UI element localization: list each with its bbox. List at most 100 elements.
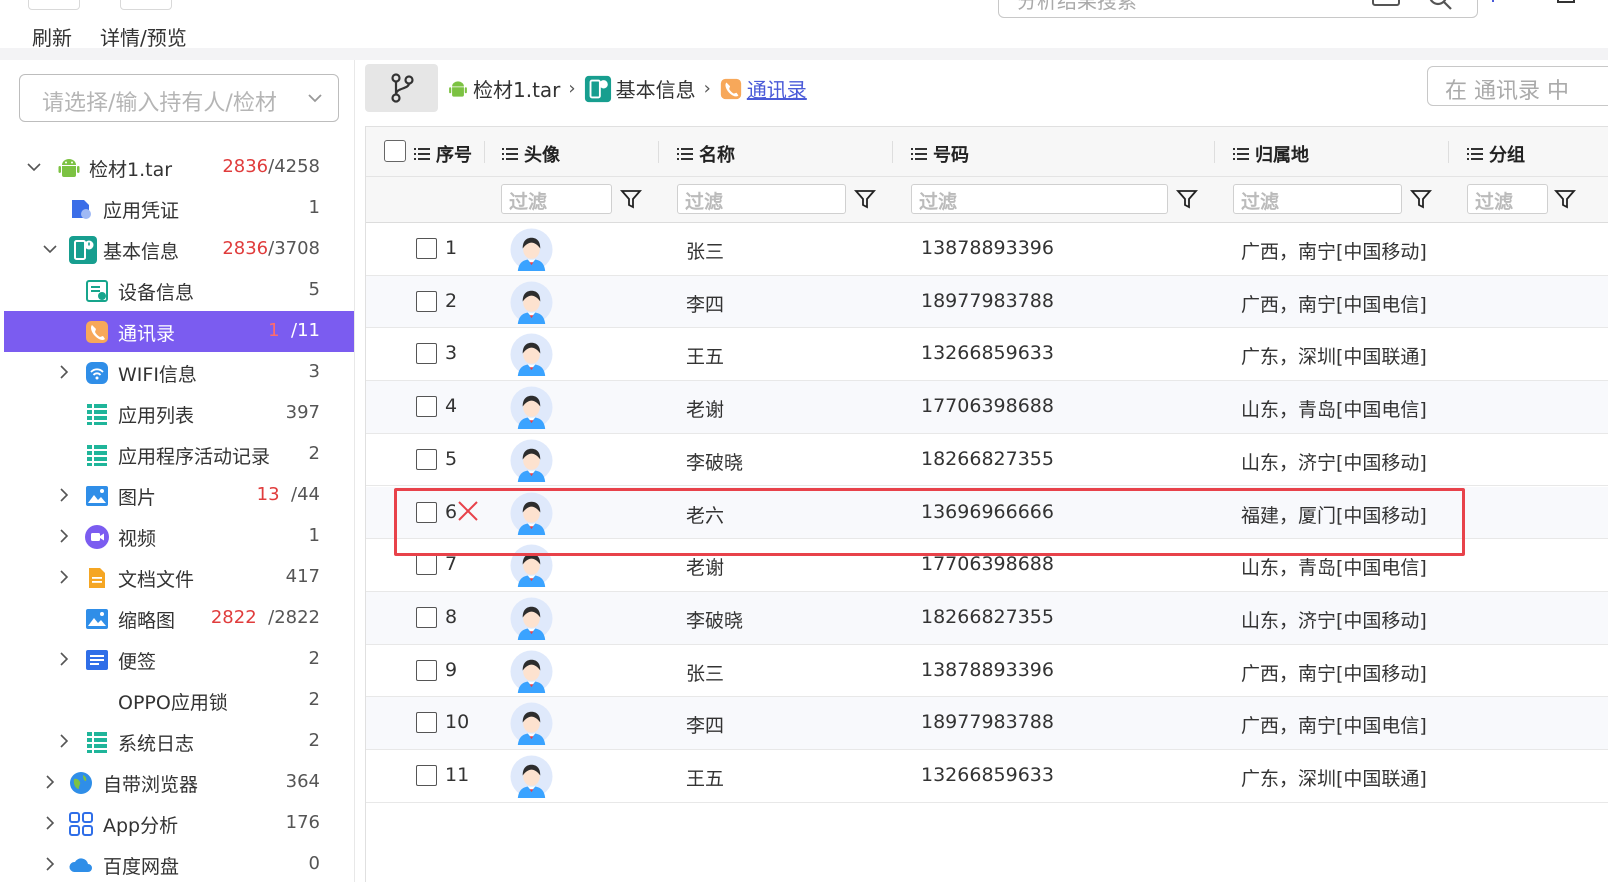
row-checkbox[interactable] bbox=[416, 501, 437, 523]
tree-item-images[interactable]: 图片 13 /44 bbox=[4, 475, 354, 516]
chevron-right-icon[interactable] bbox=[54, 362, 74, 382]
tree-item-notes[interactable]: 便签 2 bbox=[4, 639, 354, 680]
chevron-down-icon[interactable] bbox=[40, 239, 60, 259]
avatar-icon bbox=[510, 333, 553, 377]
column-header-name[interactable]: 名称 bbox=[677, 141, 735, 167]
refresh-icon-button[interactable] bbox=[28, 0, 80, 10]
branch-toggle-button[interactable] bbox=[365, 64, 438, 112]
column-header-location[interactable]: 归属地 bbox=[1233, 141, 1309, 167]
detail-icon-button[interactable] bbox=[120, 0, 172, 10]
tree-item-system-log[interactable]: 系统日志 2 bbox=[4, 721, 354, 762]
tree-item-app-credential[interactable]: 应用凭证 1 bbox=[4, 188, 354, 229]
row-checkbox[interactable] bbox=[416, 238, 437, 259]
tree-item-oppo-app-lock[interactable]: OPPO应用锁 2 bbox=[4, 680, 354, 721]
filter-input-avatar[interactable]: 过滤 bbox=[501, 184, 612, 214]
row-checkbox[interactable] bbox=[416, 448, 437, 470]
column-header-phone[interactable]: 号码 bbox=[911, 141, 969, 167]
tree-item-label: 百度网盘 bbox=[103, 856, 180, 878]
tree-item-wifi-info[interactable]: WIFI信息 3 bbox=[4, 352, 354, 393]
chevron-right-icon[interactable] bbox=[40, 854, 60, 874]
chevron-right-icon[interactable] bbox=[54, 485, 74, 505]
filter-input-name[interactable]: 过滤 bbox=[677, 184, 846, 214]
tree-item-baidu-netdisk[interactable]: 百度网盘 0 bbox=[4, 844, 354, 882]
tree-item-browser[interactable]: 自带浏览器 364 bbox=[4, 762, 354, 803]
column-divider[interactable] bbox=[1214, 141, 1215, 163]
filter-input-group[interactable]: 过滤 bbox=[1467, 184, 1548, 214]
tree-item-thumbnails[interactable]: 缩略图 2822 /2822 bbox=[4, 598, 354, 639]
table-row[interactable]: 9 张三 13878893396 广西，南宁[中国移动] bbox=[366, 645, 1608, 698]
column-divider[interactable] bbox=[1448, 141, 1449, 163]
table-row[interactable]: 6 老六 13696966666 福建，厦门[中国移动] bbox=[366, 486, 1608, 540]
row-checkbox[interactable] bbox=[416, 712, 437, 734]
column-header-group[interactable]: 分组 bbox=[1467, 141, 1525, 167]
tree-item-count: 2 bbox=[308, 443, 320, 464]
column-header-avatar[interactable]: 头像 bbox=[502, 141, 560, 167]
chevron-down-icon[interactable] bbox=[24, 157, 44, 177]
holder-select[interactable]: 请选择/输入持有人/检材 bbox=[19, 74, 339, 122]
filter-input-location[interactable]: 过滤 bbox=[1233, 184, 1402, 214]
tree-item-app-list[interactable]: 应用列表 397 bbox=[4, 393, 354, 434]
filter-funnel-icon[interactable] bbox=[620, 188, 642, 210]
tree-item-app-activity[interactable]: 应用程序活动记录 2 bbox=[4, 434, 354, 475]
analysis-search-input[interactable]: 分析结果搜索 bbox=[998, 0, 1478, 18]
filter-input-phone[interactable]: 过滤 bbox=[911, 184, 1168, 214]
table-search-input[interactable]: 在 通讯录 中 bbox=[1427, 66, 1608, 106]
breadcrumb-middle[interactable]: 基本信息 bbox=[616, 74, 696, 103]
chevron-right-icon[interactable] bbox=[40, 772, 60, 792]
chevron-right-icon[interactable] bbox=[54, 649, 74, 669]
tree-item-app-analysis[interactable]: App分析 176 bbox=[4, 803, 354, 844]
row-checkbox[interactable] bbox=[416, 290, 437, 312]
tree-item-documents[interactable]: 文档文件 417 bbox=[4, 557, 354, 598]
filter-funnel-icon[interactable] bbox=[1554, 188, 1576, 210]
refresh-button[interactable]: 刷新 bbox=[32, 22, 72, 51]
close-icon[interactable] bbox=[456, 499, 480, 523]
tree-item-basic-info[interactable]: 基本信息 2836/3708 bbox=[4, 229, 354, 270]
chevron-right-icon[interactable] bbox=[54, 526, 74, 546]
table-row[interactable]: 8 李破晓 18266827355 山东，济宁[中国移动] bbox=[366, 591, 1608, 645]
column-menu-icon[interactable] bbox=[1467, 147, 1483, 161]
column-divider[interactable] bbox=[484, 141, 485, 163]
filter-funnel-icon[interactable] bbox=[1410, 188, 1432, 210]
filter-funnel-icon[interactable] bbox=[1176, 188, 1198, 210]
table-row[interactable]: 4 老谢 17706398688 山东，青岛[中国电信] bbox=[366, 381, 1608, 434]
row-checkbox[interactable] bbox=[416, 554, 437, 576]
tree-item-contacts[interactable]: 通讯录 1 /11 bbox=[4, 311, 354, 352]
table-row[interactable]: 5 李破晓 18266827355 山东，济宁[中国移动] bbox=[366, 434, 1608, 487]
table-row[interactable]: 3 王五 13266859633 广东，深圳[中国联通] bbox=[366, 328, 1608, 382]
tree-item-evidence-tar[interactable]: 检材1.tar 2836/4258 bbox=[4, 147, 354, 188]
cloud-icon bbox=[69, 858, 92, 872]
filter-funnel-icon[interactable] bbox=[854, 188, 876, 210]
column-divider[interactable] bbox=[892, 141, 893, 163]
detail-preview-button[interactable]: 详情/预览 bbox=[100, 22, 187, 51]
table-row[interactable]: 2 李四 18977983788 广西，南宁[中国电信] bbox=[366, 275, 1608, 329]
column-menu-icon[interactable] bbox=[1233, 147, 1249, 161]
breadcrumb-root[interactable]: 检材1.tar bbox=[473, 74, 560, 103]
chevron-right-icon[interactable] bbox=[40, 813, 60, 833]
column-divider[interactable] bbox=[658, 141, 659, 163]
column-menu-icon[interactable] bbox=[502, 147, 518, 161]
keyboard-icon[interactable] bbox=[1371, 0, 1401, 9]
column-menu-icon[interactable] bbox=[911, 147, 927, 161]
export-icon[interactable] bbox=[1556, 0, 1576, 8]
row-checkbox[interactable] bbox=[416, 343, 437, 365]
column-header-index[interactable]: 序号 bbox=[414, 141, 472, 167]
table-row[interactable]: 11 王五 13266859633 广东，深圳[中国联通] bbox=[366, 750, 1608, 803]
chevron-right-icon[interactable] bbox=[54, 567, 74, 587]
select-all-checkbox[interactable] bbox=[384, 140, 406, 162]
row-checkbox[interactable] bbox=[416, 606, 437, 628]
chevron-right-icon[interactable] bbox=[54, 731, 74, 751]
tree-item-video[interactable]: 视频 1 bbox=[4, 516, 354, 557]
table-row[interactable]: 10 李四 18977983788 广西，南宁[中国电信] bbox=[366, 697, 1608, 750]
avatar-icon bbox=[510, 491, 553, 535]
column-menu-icon[interactable] bbox=[414, 147, 430, 161]
column-menu-icon[interactable] bbox=[677, 147, 693, 161]
table-row[interactable]: 7 老谢 17706398688 山东，青岛[中国电信] bbox=[366, 539, 1608, 592]
row-checkbox[interactable] bbox=[416, 765, 437, 786]
search-icon[interactable] bbox=[1427, 0, 1453, 11]
plus-icon[interactable] bbox=[1485, 0, 1501, 6]
row-checkbox[interactable] bbox=[416, 396, 437, 418]
table-row[interactable]: 1 张三 13878893396 广西，南宁[中国移动] bbox=[366, 223, 1608, 276]
breadcrumb-current[interactable]: 通讯录 bbox=[747, 74, 807, 103]
tree-item-device-info[interactable]: 设备信息 5 bbox=[4, 270, 354, 311]
row-checkbox[interactable] bbox=[416, 659, 437, 681]
